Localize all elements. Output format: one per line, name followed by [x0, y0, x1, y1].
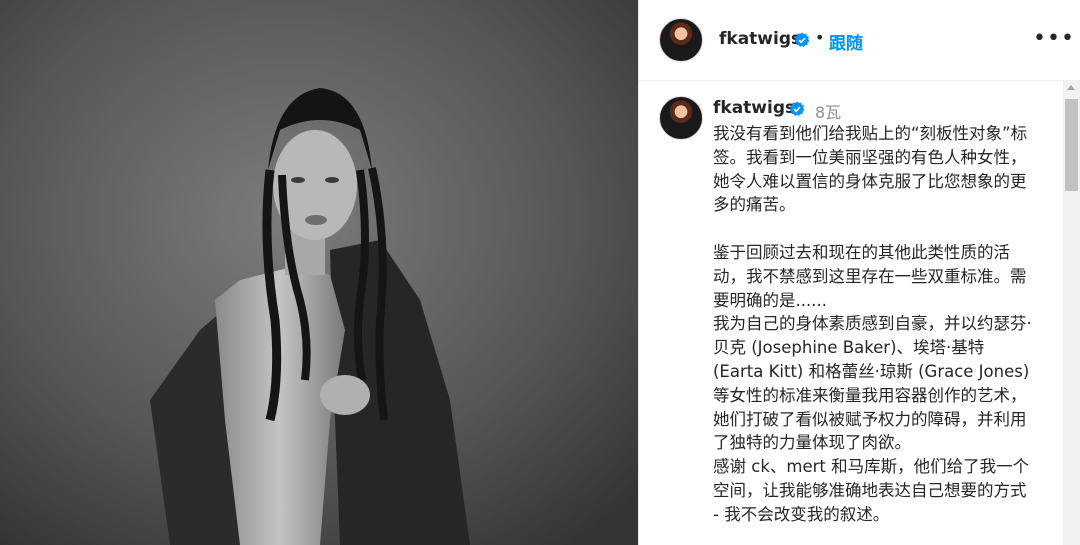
caption-text: 我没有看到他们给我贴上的“刻板性对象”标签。我看到一位美丽坚强的有色人种女性，她… [713, 122, 1033, 527]
caption-comment: fkatwigs 8瓦 我没有看到他们给我贴上的“刻板性对象”标签。我看到一位美… [639, 81, 1059, 545]
post-header: fkatwigs • 跟随 ••• [639, 0, 1080, 81]
verified-badge-icon [794, 32, 810, 47]
separator-dot: • [815, 28, 825, 47]
caption-paragraph: 鉴于回顾过去和现在的其他此类性质的活动，我不禁感到这里存在一些双重标准。需要明确… [713, 242, 1027, 310]
comment-timestamp[interactable]: 8瓦 [815, 99, 841, 123]
caption-paragraph: 我没有看到他们给我贴上的“刻板性对象”标签。我看到一位美丽坚强的有色人种女性，她… [713, 124, 1028, 215]
scrollbar-thumb[interactable] [1065, 99, 1078, 191]
caption-paragraph: 我为自己的身体素质感到自豪，并以约瑟芬·贝克 (Josephine Baker)… [713, 314, 1032, 453]
comment-avatar[interactable] [659, 96, 703, 140]
follow-button[interactable]: 跟随 [829, 29, 863, 54]
header-username[interactable]: fkatwigs [719, 29, 801, 49]
post-sidebar: fkatwigs • 跟随 ••• fkatwigs 8瓦 我没有看到他们给我贴… [639, 0, 1080, 545]
more-horizontal-icon[interactable]: ••• [1033, 26, 1075, 51]
caption-paragraph: 感谢 ck、mert 和马库斯，他们给了我一个空间，让我能够准确地表达自己想要的… [713, 457, 1030, 524]
comment-username[interactable]: fkatwigs [713, 98, 795, 118]
scroll-up-arrow-icon[interactable] [1067, 85, 1075, 90]
comment-verified-badge-icon [789, 101, 805, 116]
post-photo [0, 0, 638, 545]
scrollbar[interactable] [1063, 81, 1080, 545]
portrait-photo [0, 0, 638, 545]
avatar[interactable] [659, 18, 703, 62]
